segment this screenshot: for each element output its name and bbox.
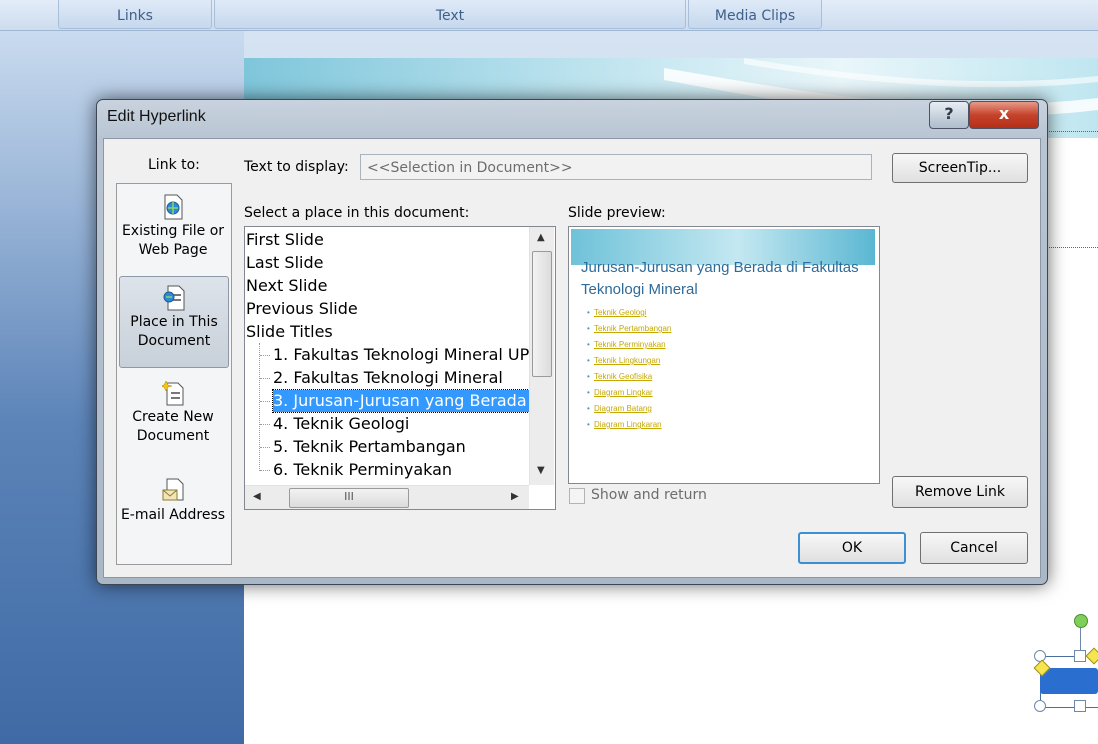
- rotation-handle[interactable]: [1074, 614, 1088, 628]
- tree-connector: [260, 401, 270, 402]
- link-to-label-line2: Document: [137, 333, 211, 349]
- list-item-next-slide[interactable]: Next Slide: [246, 275, 327, 297]
- ribbon-group-links[interactable]: Links: [58, 0, 212, 29]
- link-to-label-line2: Web Page: [138, 242, 208, 258]
- cancel-button[interactable]: Cancel: [920, 532, 1028, 564]
- selected-shape[interactable]: [1040, 668, 1098, 694]
- link-to-create-new-document[interactable]: Create New Document: [119, 372, 227, 462]
- slide-preview-label: Slide preview:: [568, 205, 666, 221]
- link-to-label-line2: Document: [136, 428, 210, 444]
- preview-bullet: Diagram Lingkaran: [587, 417, 671, 433]
- link-to-label-line1: Place in This: [130, 314, 218, 330]
- preview-bullet: Diagram Batang: [587, 401, 671, 417]
- remove-link-button[interactable]: Remove Link: [892, 476, 1028, 508]
- vertical-scrollbar[interactable]: ▲ ▼: [529, 227, 554, 485]
- place-in-document-icon: [163, 285, 185, 311]
- link-to-label: Link to:: [148, 157, 200, 173]
- resize-handle[interactable]: [1034, 700, 1046, 712]
- ribbon-group-text[interactable]: Text: [214, 0, 686, 29]
- ribbon-strip: Links Text Media Clips: [0, 0, 1098, 31]
- email-icon: [162, 478, 184, 501]
- show-and-return-checkbox[interactable]: [569, 488, 585, 504]
- scroll-left-arrow-icon[interactable]: ◀: [253, 491, 261, 502]
- link-to-existing-file[interactable]: Existing File or Web Page: [119, 186, 227, 276]
- tree-connector: [260, 378, 270, 379]
- list-item-previous-slide[interactable]: Previous Slide: [246, 298, 358, 320]
- resize-handle[interactable]: [1074, 650, 1086, 662]
- list-item-slide-1[interactable]: 1. Fakultas Teknologi Mineral UP: [273, 344, 529, 366]
- list-item-slide-3-selected[interactable]: 3. Jurusan-Jurusan yang Berada: [272, 389, 530, 413]
- slide-preview: Jurusan-Jurusan yang Berada di Fakultas …: [568, 226, 880, 484]
- document-places-list[interactable]: First Slide Last Slide Next Slide Previo…: [244, 226, 556, 510]
- placeholder-border: [1040, 247, 1098, 248]
- text-to-display-label: Text to display:: [244, 159, 349, 175]
- scroll-right-arrow-icon[interactable]: ▶: [511, 491, 519, 502]
- list-item-last-slide[interactable]: Last Slide: [246, 252, 323, 274]
- show-and-return-label: Show and return: [591, 487, 707, 503]
- preview-bullet: Teknik Geologi: [587, 305, 671, 321]
- scroll-down-arrow-icon[interactable]: ▼: [537, 465, 545, 476]
- new-document-icon: [162, 380, 184, 406]
- web-page-icon: [164, 194, 183, 220]
- screentip-button[interactable]: ScreenTip...: [892, 153, 1028, 183]
- horizontal-scrollbar[interactable]: ◀ III ▶: [245, 485, 529, 509]
- link-to-place-in-document[interactable]: Place in This Document: [119, 276, 229, 368]
- text-to-display-input[interactable]: <<Selection in Document>>: [360, 154, 872, 180]
- close-button[interactable]: x: [969, 101, 1039, 129]
- ribbon-group-media-clips[interactable]: Media Clips: [688, 0, 822, 29]
- link-to-email-address[interactable]: E-mail Address: [119, 470, 227, 560]
- dialog-client-area: Link to: Existing File or Web Page Place…: [103, 138, 1041, 578]
- horizontal-scroll-thumb[interactable]: III: [289, 488, 409, 508]
- preview-bullet: Diagram Lingkar: [587, 385, 671, 401]
- tree-connector: [260, 470, 270, 471]
- rotation-connector: [1080, 626, 1081, 652]
- placeholder-border: [1040, 131, 1098, 132]
- resize-handle[interactable]: [1074, 700, 1086, 712]
- dialog-title: Edit Hyperlink: [107, 108, 206, 125]
- list-item-slide-5[interactable]: 5. Teknik Pertambangan: [273, 436, 466, 458]
- edit-hyperlink-dialog: Edit Hyperlink ? x Link to: Existing Fil…: [96, 99, 1048, 585]
- preview-bullet: Teknik Pertambangan: [587, 321, 671, 337]
- preview-slide-title: Jurusan-Jurusan yang Berada di Fakultas …: [581, 259, 859, 298]
- scroll-up-arrow-icon[interactable]: ▲: [537, 232, 545, 243]
- list-item-slide-titles[interactable]: Slide Titles: [246, 321, 333, 343]
- list-item-slide-4[interactable]: 4. Teknik Geologi: [273, 413, 409, 435]
- tree-connector: [260, 355, 270, 356]
- list-item-slide-6[interactable]: 6. Teknik Perminyakan: [273, 459, 452, 481]
- link-to-label-line1: E-mail Address: [120, 507, 226, 523]
- preview-bullet: Teknik Geofisika: [587, 369, 671, 385]
- link-to-label-line1: Existing File or: [121, 223, 225, 239]
- link-to-label-line1: Create New: [132, 409, 214, 425]
- list-item-slide-2[interactable]: 2. Fakultas Teknologi Mineral: [273, 367, 503, 389]
- list-item-first-slide[interactable]: First Slide: [246, 229, 324, 251]
- link-to-bar: Existing File or Web Page Place in This …: [116, 183, 232, 565]
- ok-button[interactable]: OK: [798, 532, 906, 564]
- select-place-label: Select a place in this document:: [244, 205, 470, 221]
- vertical-scroll-thumb[interactable]: [532, 251, 552, 377]
- help-button[interactable]: ?: [929, 101, 969, 129]
- preview-bullet-list: Teknik Geologi Teknik Pertambangan Tekni…: [587, 305, 671, 433]
- tree-connector: [260, 424, 270, 425]
- preview-bullet: Teknik Perminyakan: [587, 337, 671, 353]
- tree-connector: [259, 343, 260, 471]
- tree-connector: [260, 447, 270, 448]
- preview-bullet: Teknik Lingkungan: [587, 353, 671, 369]
